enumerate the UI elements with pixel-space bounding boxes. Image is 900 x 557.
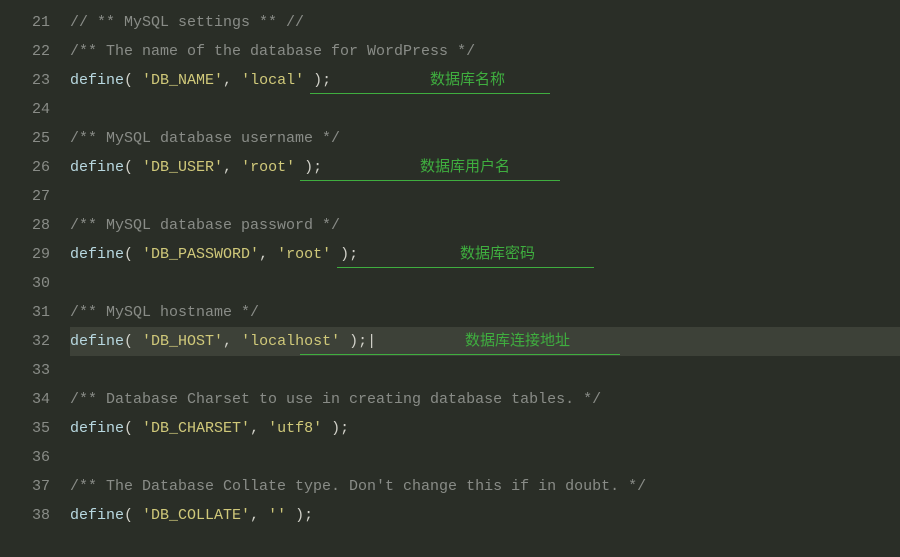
code-line[interactable] [70,269,900,298]
comment-text: /** The name of the database for WordPre… [70,43,475,60]
paren: ( [124,72,142,89]
string-value: 'utf8' [268,420,322,437]
text-cursor: | [367,333,376,350]
code-line[interactable] [70,182,900,211]
line-number: 38 [0,501,50,530]
semicolon: ; [340,420,349,437]
semicolon: ; [349,246,358,263]
paren: ) [331,246,349,263]
paren: ) [295,159,313,176]
line-number: 25 [0,124,50,153]
keyword-define: define [70,72,124,89]
line-number: 28 [0,211,50,240]
code-line[interactable]: /** MySQL database username */ [70,124,900,153]
comma: , [223,333,241,350]
paren: ) [304,72,322,89]
line-number: 21 [0,8,50,37]
comma: , [223,159,241,176]
comma: , [250,507,268,524]
annotation-underline [310,93,550,94]
string-key: 'DB_USER' [142,159,223,176]
keyword-define: define [70,333,124,350]
code-line[interactable]: // ** MySQL settings ** // [70,8,900,37]
annotation-underline [337,267,594,268]
string-value: 'local' [241,72,304,89]
string-key: 'DB_HOST' [142,333,223,350]
annotation-label: 数据库用户名 [420,153,510,182]
annotation-label: 数据库名称 [430,66,505,95]
code-editor[interactable]: 212223242526272829303132333435363738 // … [0,0,900,530]
annotation-label: 数据库连接地址 [465,327,570,356]
annotation-underline [300,180,560,181]
line-number: 23 [0,66,50,95]
string-key: 'DB_COLLATE' [142,507,250,524]
paren: ( [124,159,142,176]
string-value: '' [268,507,286,524]
keyword-define: define [70,246,124,263]
keyword-define: define [70,159,124,176]
line-number: 22 [0,37,50,66]
code-area[interactable]: // ** MySQL settings ** // /** The name o… [70,8,900,530]
annotation-label: 数据库密码 [460,240,535,269]
semicolon: ; [358,333,367,350]
string-value: 'root' [277,246,331,263]
semicolon: ; [304,507,313,524]
comment-text: /** MySQL database username */ [70,130,340,147]
string-value: 'root' [241,159,295,176]
string-value: 'localhost' [241,333,340,350]
paren: ( [124,333,142,350]
line-number: 31 [0,298,50,327]
code-line[interactable]: /** The Database Collate type. Don't cha… [70,472,900,501]
line-number: 37 [0,472,50,501]
comma: , [259,246,277,263]
paren: ) [340,333,358,350]
annotation-underline [300,354,620,355]
code-line[interactable] [70,356,900,385]
string-key: 'DB_NAME' [142,72,223,89]
comment-text: /** MySQL hostname */ [70,304,259,321]
paren: ( [124,420,142,437]
paren: ) [286,507,304,524]
code-line[interactable] [70,443,900,472]
keyword-define: define [70,507,124,524]
line-number: 33 [0,356,50,385]
string-key: 'DB_PASSWORD' [142,246,259,263]
comment-text: /** MySQL database password */ [70,217,340,234]
code-line[interactable]: /** MySQL database password */ [70,211,900,240]
code-line[interactable]: /** Database Charset to use in creating … [70,385,900,414]
line-number: 27 [0,182,50,211]
line-number: 36 [0,443,50,472]
paren: ( [124,507,142,524]
line-number-gutter: 212223242526272829303132333435363738 [0,8,70,530]
line-number: 29 [0,240,50,269]
line-number: 26 [0,153,50,182]
semicolon: ; [322,72,331,89]
code-line[interactable] [70,95,900,124]
comma: , [223,72,241,89]
semicolon: ; [313,159,322,176]
paren: ( [124,246,142,263]
comment-text: /** The Database Collate type. Don't cha… [70,478,646,495]
line-number: 34 [0,385,50,414]
code-line[interactable]: /** MySQL hostname */ [70,298,900,327]
string-key: 'DB_CHARSET' [142,420,250,437]
code-line[interactable]: define( 'DB_COLLATE', '' ); [70,501,900,530]
code-line[interactable]: define( 'DB_CHARSET', 'utf8' ); [70,414,900,443]
keyword-define: define [70,420,124,437]
line-number: 24 [0,95,50,124]
line-number: 30 [0,269,50,298]
comment-text: // ** MySQL settings ** // [70,14,304,31]
comma: , [250,420,268,437]
line-number: 32 [0,327,50,356]
code-line[interactable]: /** The name of the database for WordPre… [70,37,900,66]
line-number: 35 [0,414,50,443]
paren: ) [322,420,340,437]
comment-text: /** Database Charset to use in creating … [70,391,601,408]
